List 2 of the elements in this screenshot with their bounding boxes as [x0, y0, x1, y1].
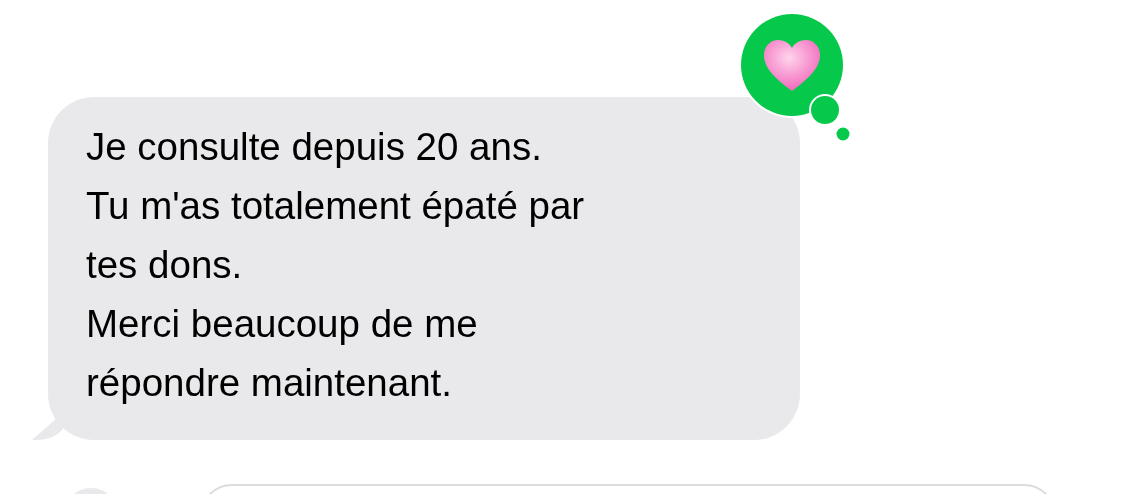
message-text: Je consulte depuis 20 ans. Tu m'as totalement épaté par tes dons. Merci beaucoup de me répondre maintenant.: [86, 124, 586, 406]
heart-icon: [764, 40, 820, 91]
